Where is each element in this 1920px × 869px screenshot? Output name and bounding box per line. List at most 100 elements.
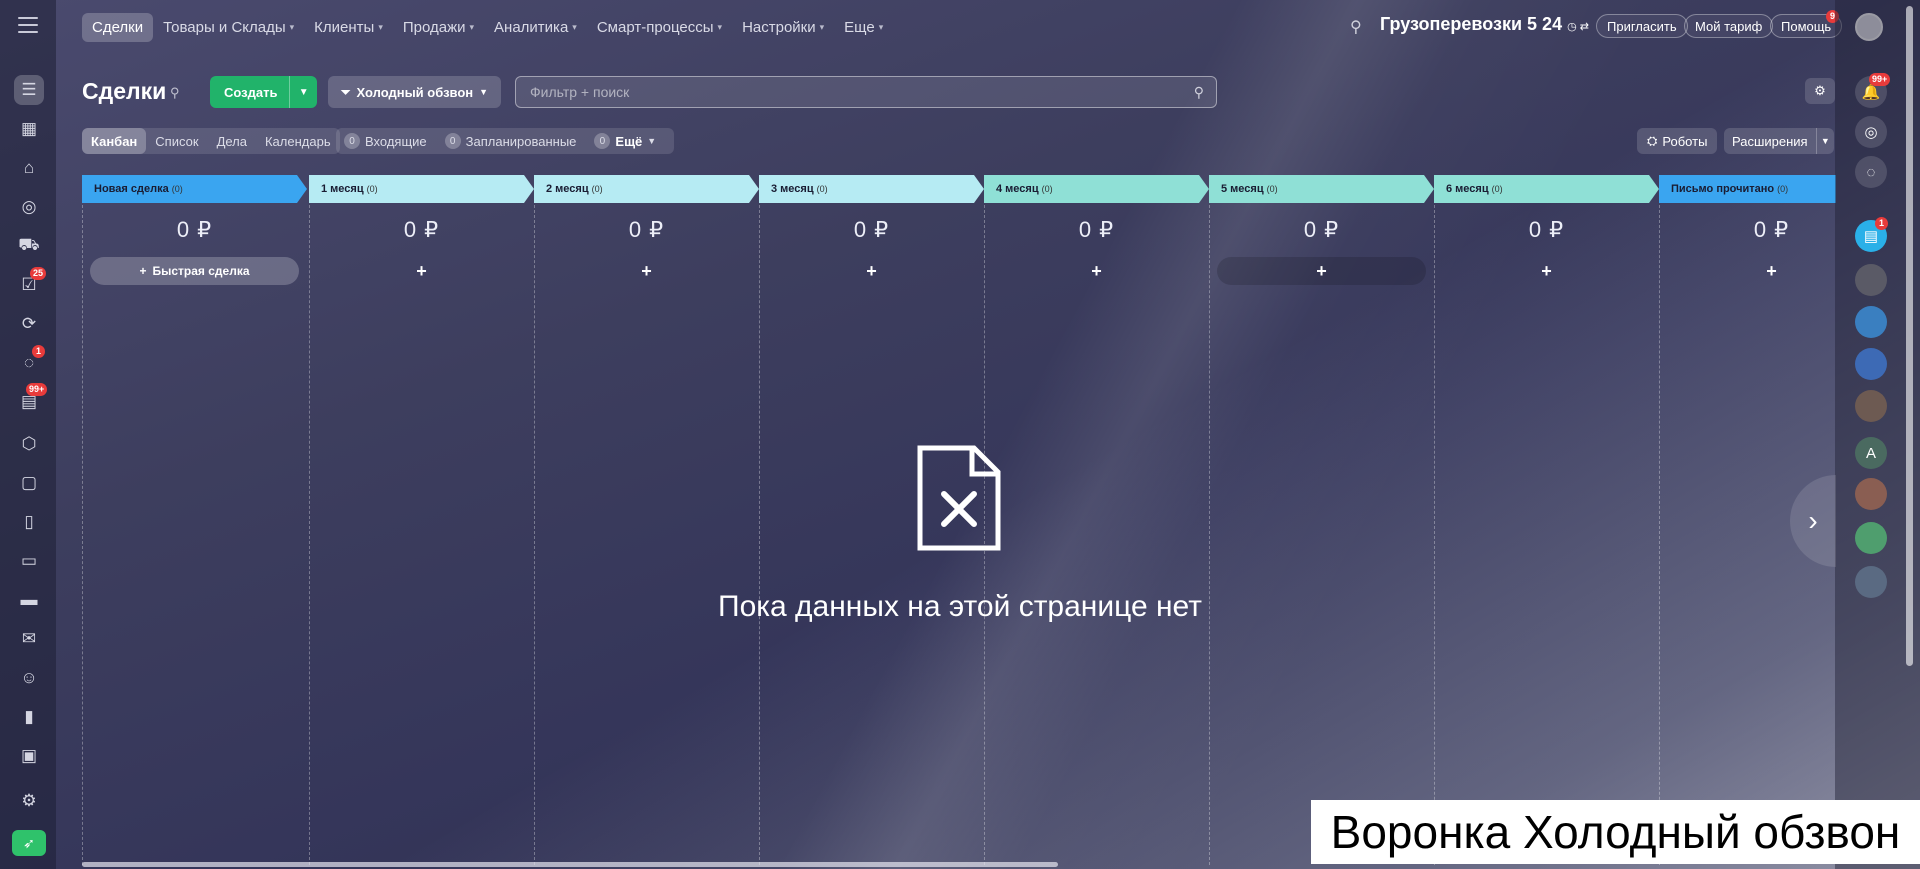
stage-header[interactable]: Письмо прочитано (0) <box>1659 175 1836 203</box>
contact-avatar[interactable] <box>1855 264 1887 296</box>
kanban-column: 1 месяц (0) 0 ₽ + <box>309 175 534 865</box>
nav-clients[interactable]: Клиенты ▾ <box>304 13 393 42</box>
counter-planned[interactable]: 0 Запланированные <box>444 133 576 149</box>
kanban-column: 2 месяц (0) 0 ₽ + <box>534 175 759 865</box>
chevron-down-icon: ▾ <box>469 21 475 32</box>
robot-icon: ⛭ <box>1647 133 1658 148</box>
nav-smart-processes[interactable]: Смарт-процессы ▾ <box>587 13 732 42</box>
nav-sales[interactable]: Продажи ▾ <box>393 13 484 42</box>
tariff-button[interactable]: Мой тариф <box>1684 14 1774 38</box>
company-name[interactable]: Грузоперевозки 5 24 ◷ ⇄ <box>1380 14 1589 35</box>
left-sidebar: ☰ ▦ ⌂ ◎ ⛟ ☑ 25 ⟳ ◌ 1 ▤ 99+ ⬡ ▢ ▯ ▭ ▬ ✉ ☺… <box>0 0 56 869</box>
quick-deal-button[interactable]: + Быстрая сделка <box>90 257 299 285</box>
stage-header[interactable]: 6 месяц (0) <box>1434 175 1659 203</box>
add-deal-button[interactable]: + <box>542 257 751 285</box>
calendar-icon[interactable]: ▢ <box>14 468 44 498</box>
stage-sum: 0 ₽ <box>403 217 440 242</box>
counter-incoming[interactable]: 0 Входящие <box>344 133 427 149</box>
search-input[interactable] <box>516 77 1216 107</box>
contacts-icon[interactable]: ☺ <box>14 663 44 693</box>
document-icon[interactable]: ▯ <box>14 507 44 537</box>
nav-analytics[interactable]: Аналитика ▾ <box>484 13 587 42</box>
cart-icon[interactable]: ⛟ <box>14 231 44 261</box>
kanban-column: 6 месяц (0) 0 ₽ + <box>1434 175 1659 865</box>
stage-header[interactable]: 2 месяц (0) <box>534 175 759 203</box>
counter-more[interactable]: 0 Ещё ▼ <box>594 133 656 149</box>
robots-button[interactable]: ⛭ Роботы <box>1637 128 1718 154</box>
warehouse-icon[interactable]: ⌂ <box>14 153 44 183</box>
vertical-scrollbar[interactable] <box>1906 6 1913 666</box>
contact-avatar[interactable] <box>1855 306 1887 338</box>
settings-gear-icon[interactable]: ⚙ <box>14 786 44 816</box>
nav-more[interactable]: Еще ▾ <box>834 13 893 42</box>
stage-sum: 0 ₽ <box>1303 217 1340 242</box>
stage-sum: 0 ₽ <box>176 217 213 242</box>
add-deal-button[interactable]: + <box>1442 257 1651 285</box>
funnel-label: Холодный обзвон <box>356 84 474 100</box>
contact-avatar-letter[interactable]: A <box>1855 437 1887 469</box>
chat-icon[interactable]: ◌ 1 <box>14 345 45 378</box>
tab-calendar[interactable]: Календарь <box>256 128 340 154</box>
presentation-icon[interactable]: ▭ <box>14 546 44 576</box>
automation-icon[interactable]: ⟳ <box>14 309 44 339</box>
drive-icon[interactable]: ▬ <box>14 585 44 615</box>
goal-icon[interactable]: ◎ <box>14 192 44 222</box>
contact-avatar[interactable] <box>1855 348 1887 380</box>
filter-search[interactable]: ⚲ <box>515 76 1217 108</box>
stage-sum: 0 ₽ <box>1078 217 1115 242</box>
nav-deals[interactable]: Сделки <box>82 12 154 42</box>
tab-kanban[interactable]: Канбан <box>82 128 147 154</box>
view-switcher: Канбан Список Дела Календарь <box>82 128 340 154</box>
tab-list[interactable]: Список <box>146 128 207 154</box>
stage-header[interactable]: Новая сделка (0) <box>82 175 307 203</box>
contact-avatar[interactable] <box>1855 478 1887 510</box>
calendar-tasks-icon[interactable]: ▦ <box>14 114 44 144</box>
nav-goods[interactable]: Товары и Склады ▾ <box>153 13 304 42</box>
add-deal-button[interactable]: + <box>992 257 1201 285</box>
extensions-button[interactable]: Расширения ▼ <box>1724 128 1834 154</box>
create-label[interactable]: Создать <box>210 76 291 108</box>
contact-avatar[interactable] <box>1855 522 1887 554</box>
chevron-down-icon: ▾ <box>289 21 295 32</box>
search-icon[interactable]: ⚲ <box>1350 17 1362 37</box>
chevron-down-icon: ▾ <box>572 21 577 32</box>
stage-header[interactable]: 3 месяц (0) <box>759 175 984 203</box>
copilot-icon[interactable]: ◎ <box>1855 116 1887 148</box>
nav-settings[interactable]: Настройки ▾ <box>732 13 834 42</box>
stage-header[interactable]: 4 месяц (0) <box>984 175 1209 203</box>
contact-avatar[interactable] <box>1855 390 1887 422</box>
add-deal-button[interactable]: + <box>1217 257 1426 285</box>
invite-button[interactable]: Пригласить <box>1596 14 1688 38</box>
hexagon-icon[interactable]: ⬡ <box>14 429 44 459</box>
page-title: Сделки <box>82 78 167 104</box>
funnel-selector[interactable]: ⏷ Холодный обзвон ▼ <box>328 76 501 108</box>
mail-icon[interactable]: ✉ <box>14 624 44 654</box>
analytics-icon[interactable]: ▮ <box>14 702 44 732</box>
chevron-down-icon[interactable]: ▼ <box>290 87 317 98</box>
create-button[interactable]: Создать ▼ <box>210 76 317 108</box>
stage-sum: 0 ₽ <box>628 217 665 242</box>
chevron-down-icon: ▼ <box>1820 136 1830 146</box>
rocket-icon[interactable]: ➶ <box>12 830 46 856</box>
tab-activities[interactable]: Дела <box>208 128 256 154</box>
empty-document-icon <box>916 444 1002 557</box>
chevron-down-icon: ▾ <box>819 21 825 32</box>
stage-header[interactable]: 1 месяц (0) <box>309 175 534 203</box>
open-lines-icon[interactable]: ▤ 1 <box>1855 217 1888 252</box>
notifications-icon[interactable]: 🔔 99+ <box>1855 73 1891 108</box>
contact-avatar[interactable] <box>1855 566 1887 598</box>
menu-icon[interactable] <box>18 17 38 33</box>
search-icon[interactable]: ⚲ <box>1194 84 1204 101</box>
feed-icon[interactable]: ▤ 99+ <box>14 383 48 417</box>
kanban-settings-button[interactable]: ⚙ <box>1805 78 1835 104</box>
add-deal-button[interactable]: + <box>317 257 526 285</box>
add-deal-button[interactable]: + <box>767 257 976 285</box>
id-card-icon[interactable]: ▣ <box>14 741 44 771</box>
pin-icon[interactable]: ⚲ <box>170 85 180 101</box>
crm-icon[interactable]: ☰ <box>14 75 44 105</box>
messenger-icon[interactable]: ◌ <box>1855 156 1887 188</box>
stage-header[interactable]: 5 месяц (0) <box>1209 175 1434 203</box>
horizontal-scrollbar[interactable] <box>82 862 1058 867</box>
gear-icon: ⚙ <box>1814 83 1826 98</box>
tasks-icon[interactable]: ☑ 25 <box>14 267 47 300</box>
